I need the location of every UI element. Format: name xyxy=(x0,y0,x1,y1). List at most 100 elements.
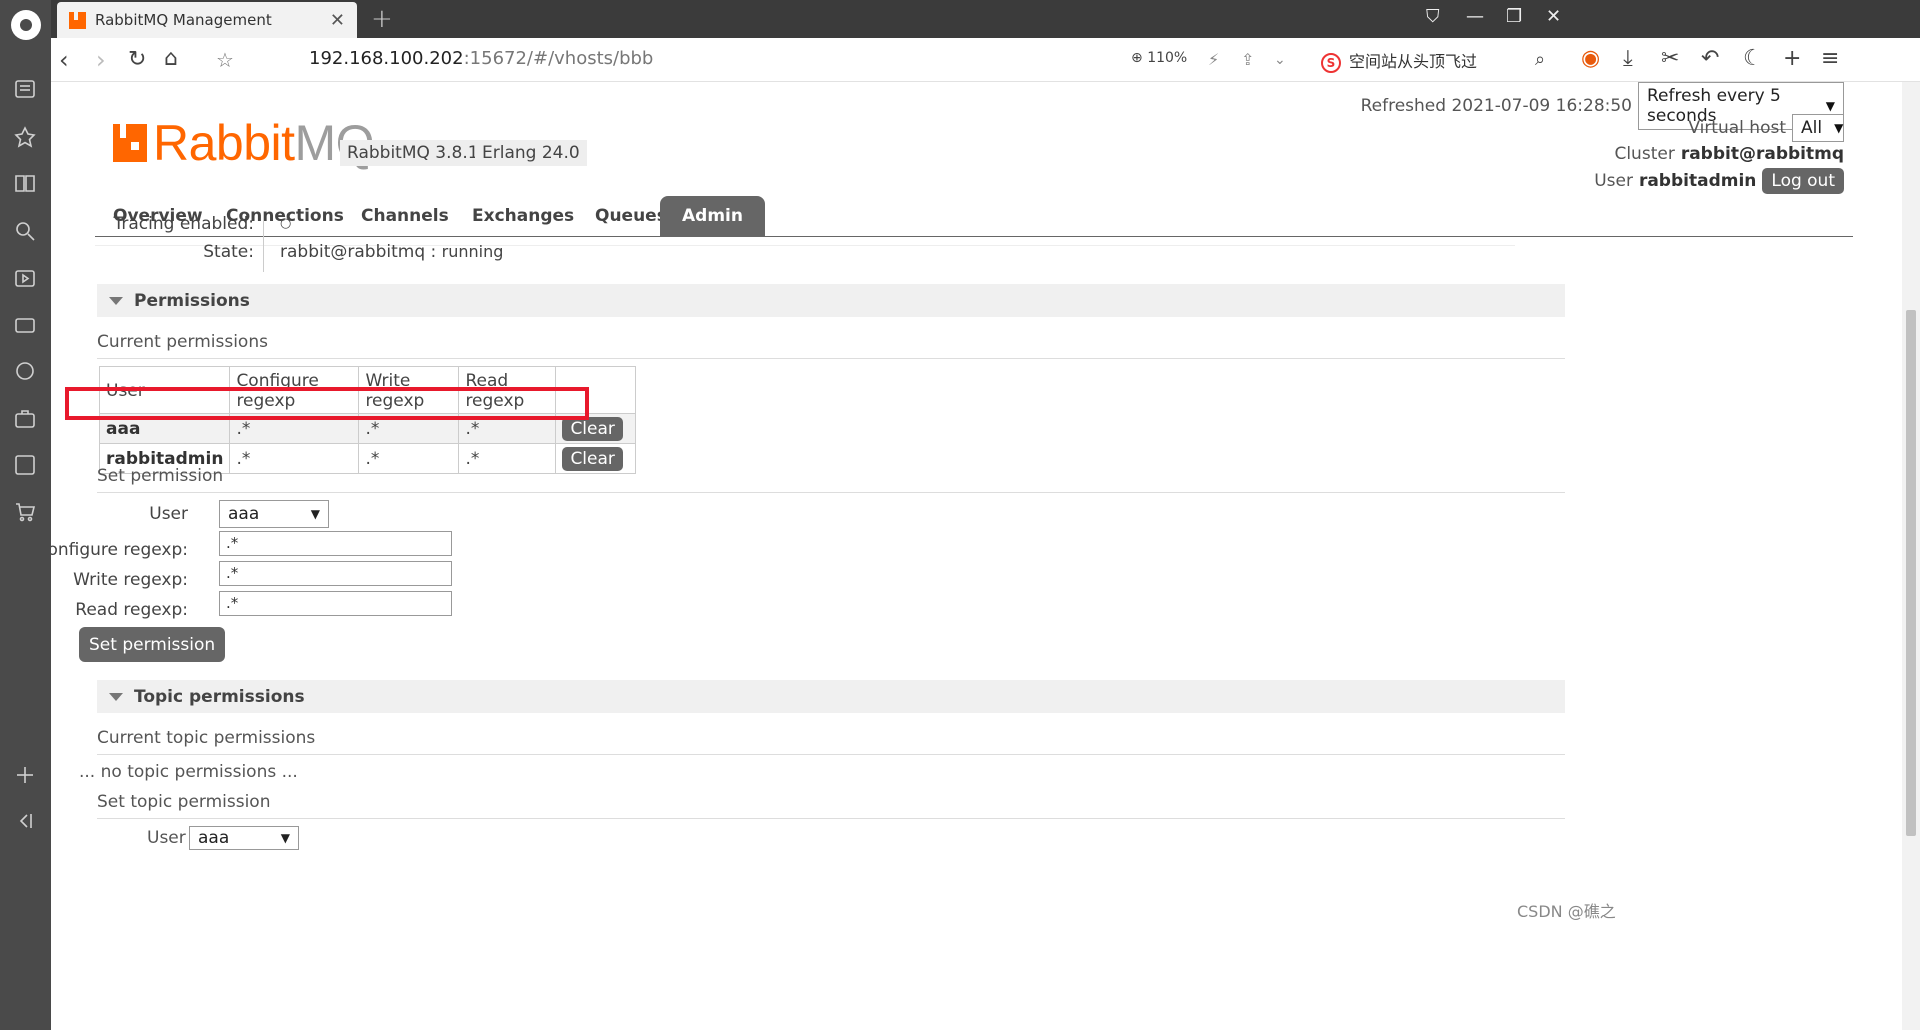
state-node: rabbit@rabbitmq xyxy=(280,242,425,262)
user-select-value: aaa xyxy=(228,504,259,524)
cart-icon[interactable] xyxy=(12,499,38,525)
topic-permissions-section-header[interactable]: Topic permissions xyxy=(97,680,1565,713)
undo-icon[interactable]: ↶ xyxy=(1701,46,1719,71)
configure-input[interactable]: .* xyxy=(219,531,452,556)
url-field[interactable]: 192.168.100.202:15672/#/vhosts/bbb xyxy=(309,48,653,69)
vhost-label: Virtual host xyxy=(1688,118,1786,138)
collapse-sidebar-icon[interactable] xyxy=(12,808,38,834)
chevron-down-icon[interactable]: ⌄ xyxy=(1274,52,1286,68)
topic-user-select[interactable]: aaa▼ xyxy=(189,826,299,850)
collapse-triangle-icon xyxy=(109,693,123,701)
csdn-watermark: CSDN @礁之 xyxy=(1517,898,1616,922)
permissions-section-header[interactable]: Permissions xyxy=(97,284,1565,317)
topic-permissions-title-text: Topic permissions xyxy=(134,687,305,707)
home-icon[interactable]: ⌂ xyxy=(164,46,178,71)
configure-label: Configure regexp: xyxy=(51,540,188,560)
restore-icon[interactable]: ❐ xyxy=(1506,6,1522,27)
minimize-icon[interactable]: — xyxy=(1466,6,1484,27)
scroll-thumb[interactable] xyxy=(1906,310,1916,836)
logo-rabbit: Rabbit xyxy=(153,115,295,171)
reload-icon[interactable]: ↻ xyxy=(128,47,146,72)
collapse-triangle-icon xyxy=(109,297,123,305)
highlight-box xyxy=(65,387,589,420)
dark-mode-icon[interactable]: ☾ xyxy=(1743,46,1763,71)
topic-permissions-title: Topic permissions xyxy=(109,687,305,707)
tracing-label: Tracing enabled: xyxy=(114,214,254,234)
zoom-indicator[interactable]: ⊕ 110% xyxy=(1131,50,1187,66)
state-separator: : xyxy=(431,242,437,262)
share-icon[interactable]: ⇪ xyxy=(1241,50,1254,69)
set-topic-permission-heading: Set topic permission xyxy=(97,792,1565,819)
skin-icon[interactable]: ⛉ xyxy=(1426,6,1440,27)
permissions-title: Permissions xyxy=(109,291,250,311)
rabbitmq-logo-icon xyxy=(113,124,147,162)
clear-permission-button[interactable]: Clear xyxy=(562,417,622,441)
scissors-icon[interactable]: ✂ xyxy=(1661,46,1679,71)
vhost-row: Virtual host All▼ xyxy=(1688,114,1844,142)
forward-icon[interactable]: › xyxy=(96,46,106,74)
no-topic-permissions-text: ... no topic permissions ... xyxy=(79,762,298,782)
cluster-row: Clusterrabbit@rabbitmq xyxy=(1614,144,1844,164)
dropdown-arrow-icon: ▼ xyxy=(311,507,320,521)
close-tab-icon[interactable]: ✕ xyxy=(330,10,345,31)
logout-button[interactable]: Log out xyxy=(1762,168,1844,194)
new-tab-icon[interactable]: + xyxy=(371,4,393,34)
read-label: Read regexp: xyxy=(75,600,188,620)
browser-tab[interactable]: RabbitMQ Management ✕ xyxy=(57,2,357,38)
browser-tab-bar: RabbitMQ Management ✕ + ⛉ — ❐ ✕ xyxy=(51,0,1920,38)
set-permission-heading: Set permission xyxy=(97,466,1565,493)
chat-icon[interactable] xyxy=(12,358,38,384)
cluster-value: rabbit@rabbitmq xyxy=(1681,144,1844,164)
set-permission-button[interactable]: Set permission xyxy=(79,627,225,662)
news-icon[interactable] xyxy=(12,76,38,102)
browser-sidebar xyxy=(0,0,51,1030)
main-nav: Overview Connections Channels Exchanges … xyxy=(95,196,1853,237)
translate-icon[interactable] xyxy=(12,452,38,478)
briefcase-icon[interactable] xyxy=(12,406,38,432)
search-engine-icon[interactable]: S xyxy=(1321,53,1341,73)
permissions-table: User Configure regexp Write regexp Read … xyxy=(99,366,636,474)
flash-icon[interactable]: ⚡ xyxy=(1208,50,1219,69)
page-scrollbar[interactable] xyxy=(1902,82,1920,1030)
user-select[interactable]: aaa ▼ xyxy=(219,500,329,528)
star-icon[interactable] xyxy=(12,124,38,150)
browser-search-box[interactable]: S空间站从头顶飞过 xyxy=(1321,48,1477,73)
book-icon[interactable] xyxy=(12,170,38,196)
user-row: User rabbitadmin Log out xyxy=(1594,168,1844,194)
user-field-label: User xyxy=(149,504,188,524)
state-value: rabbit@rabbitmq : running xyxy=(280,242,503,262)
game-icon[interactable]: ◉ xyxy=(1581,46,1600,71)
download-icon[interactable]: ⤓ xyxy=(1623,46,1633,71)
close-window-icon[interactable]: ✕ xyxy=(1546,6,1561,27)
add-tab-icon[interactable]: + xyxy=(1783,46,1801,71)
current-topic-permissions-heading: Current topic permissions xyxy=(97,728,1565,755)
user-value: rabbitadmin xyxy=(1639,171,1756,191)
add-icon[interactable] xyxy=(12,762,38,788)
tab-queues[interactable]: Queues xyxy=(595,206,667,226)
url-path: :15672/#/vhosts/bbb xyxy=(464,48,654,69)
rabbitmq-version: RabbitMQ 3.8.16 xyxy=(340,140,496,166)
menu-icon[interactable]: ≡ xyxy=(1821,46,1839,71)
tab-exchanges[interactable]: Exchanges xyxy=(472,206,574,226)
search-icon[interactable] xyxy=(12,218,38,244)
rabbitmq-page: RabbitMQ TM RabbitMQ 3.8.16 Erlang 24.0 … xyxy=(51,82,1902,1030)
browser-logo[interactable] xyxy=(11,10,41,40)
dropdown-arrow-icon: ▼ xyxy=(1834,121,1843,135)
refreshed-label: Refreshed 2021-07-09 16:28:50 xyxy=(1361,96,1632,116)
bookmark-star-icon[interactable]: ☆ xyxy=(216,48,234,72)
tab-admin[interactable]: Admin xyxy=(660,196,765,237)
video-icon[interactable] xyxy=(12,265,38,291)
dropdown-arrow-icon: ▼ xyxy=(1826,99,1835,113)
user-label: User xyxy=(1594,171,1633,191)
write-input[interactable]: .* xyxy=(219,561,452,586)
state-running: running xyxy=(442,242,504,261)
dropdown-arrow-icon: ▼ xyxy=(281,831,290,845)
vhost-select[interactable]: All▼ xyxy=(1792,114,1844,142)
read-input[interactable]: .* xyxy=(219,591,452,616)
tab-title: RabbitMQ Management xyxy=(95,11,272,29)
browser-address-bar: ‹ › ↻ ⌂ ☆ 192.168.100.202:15672/#/vhosts… xyxy=(51,38,1920,82)
live-icon[interactable] xyxy=(12,312,38,338)
tab-channels[interactable]: Channels xyxy=(361,206,449,226)
search-go-icon[interactable]: ⌕ xyxy=(1535,49,1545,70)
back-icon[interactable]: ‹ xyxy=(59,46,69,74)
